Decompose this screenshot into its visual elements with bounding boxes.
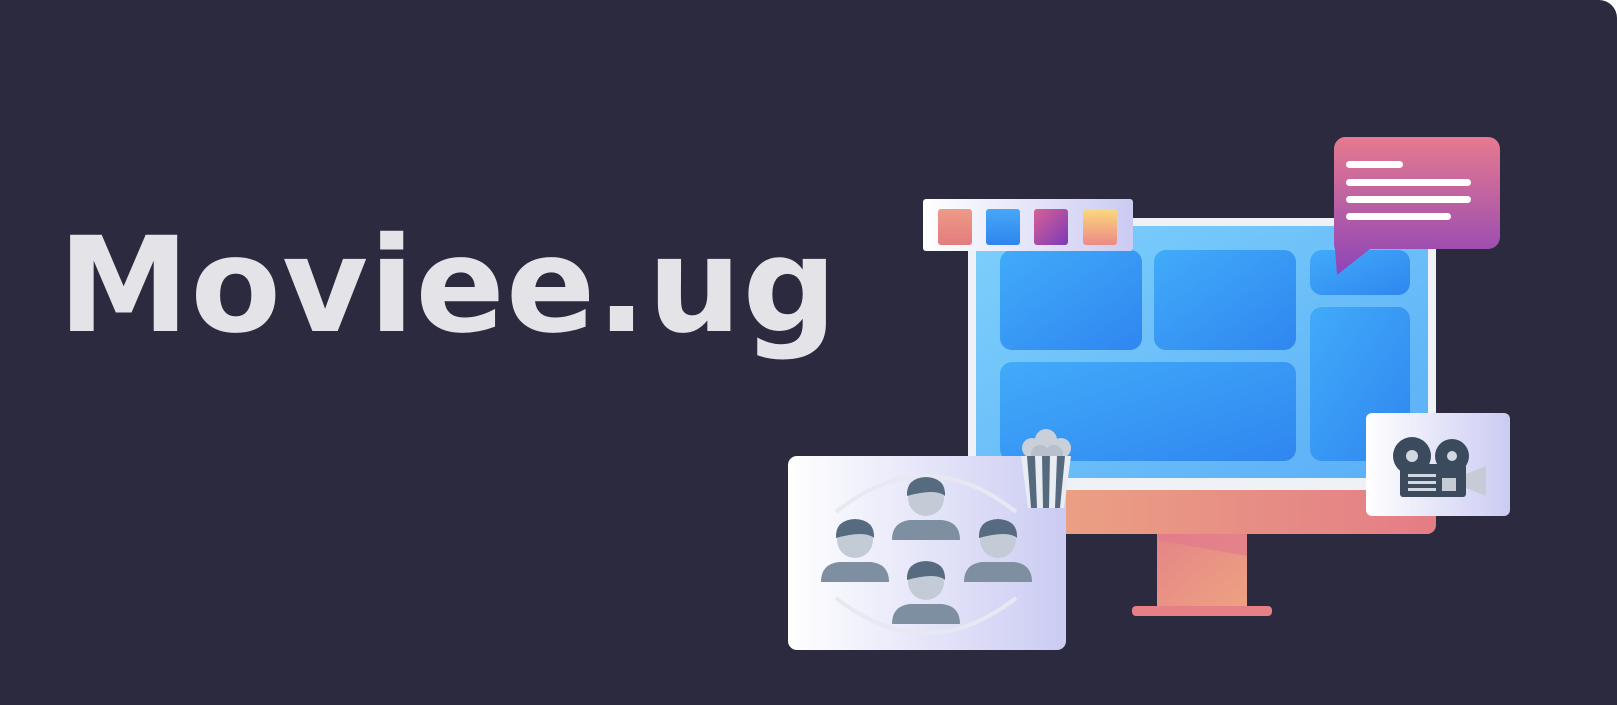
film-camera-card bbox=[1366, 413, 1510, 516]
hero-illustration bbox=[788, 137, 1510, 650]
palette-swatch-icon bbox=[938, 209, 972, 245]
palette-swatch-icon bbox=[986, 209, 1020, 245]
audience-card bbox=[788, 456, 1066, 650]
palette-swatch-icon bbox=[1034, 209, 1068, 245]
palette-swatch-icon bbox=[1083, 209, 1117, 245]
palette-swatch-card bbox=[923, 199, 1133, 251]
popcorn-icon bbox=[1021, 429, 1071, 508]
hero-banner: Moviee.ug bbox=[0, 0, 1617, 705]
